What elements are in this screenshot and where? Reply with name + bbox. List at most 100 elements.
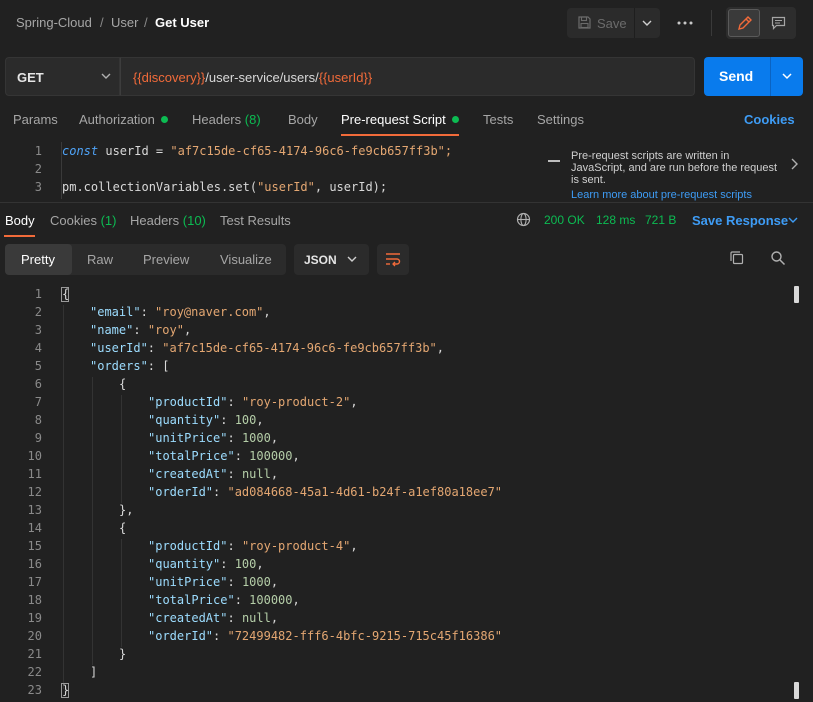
json-value: "roy-product-2": [241, 395, 351, 409]
view-toggle: [726, 7, 796, 39]
line-number: 9: [34, 431, 42, 445]
line-number: 13: [27, 503, 42, 517]
line-number: 1: [34, 287, 42, 301]
chevron-right-icon[interactable]: [790, 158, 798, 170]
breadcrumb-folder[interactable]: User: [111, 15, 138, 30]
globe-icon[interactable]: [516, 212, 531, 227]
edit-mode-button[interactable]: [728, 9, 760, 37]
breadcrumb-collection[interactable]: Spring-Cloud: [16, 15, 92, 30]
json-key: "totalPrice": [148, 449, 235, 463]
chevron-down-icon: [642, 20, 652, 26]
format-preview-button[interactable]: Preview: [127, 244, 205, 275]
tab-label: Cookies: [50, 213, 97, 228]
line-number: 16: [27, 557, 42, 571]
cookies-link[interactable]: Cookies: [744, 112, 795, 127]
search-icon[interactable]: [770, 250, 786, 266]
json-value: 100: [234, 557, 257, 571]
json-line-email: "email": "roy@naver.com",: [90, 305, 271, 319]
method-select[interactable]: GET: [5, 57, 120, 96]
json-brace: }: [119, 647, 127, 661]
line-number: 22: [27, 665, 42, 679]
json-line: "unitPrice": 1000,: [148, 431, 279, 445]
wrap-lines-button[interactable]: [377, 244, 409, 275]
scrollbar-thumb[interactable]: [794, 286, 799, 303]
json-key: "createdAt": [148, 467, 228, 481]
response-body-viewer[interactable]: 1 2 3 4 5 6 7 8 9 10 11 12 13 14 15 16 17 18 19 20 21 22 23 { …: [0, 285, 813, 702]
tab-label: Pre-request Script: [341, 112, 446, 127]
copy-icon[interactable]: [729, 250, 745, 266]
json-line-orders: "orders": [: [90, 359, 170, 373]
tab-settings[interactable]: Settings: [537, 112, 584, 127]
scrollbar-thumb[interactable]: [794, 682, 799, 699]
json-value: "roy-product-4": [241, 539, 351, 553]
line-number: 12: [27, 485, 42, 499]
script-hint-panel: Pre-request scripts are written in JavaS…: [561, 142, 813, 202]
code-string: "af7c15de-cf65-4174-96c6-fe9cb657ff3b";: [170, 144, 453, 158]
response-size[interactable]: 721 B: [645, 213, 676, 227]
json-key: "productId": [148, 395, 228, 409]
format-visualize-button[interactable]: Visualize: [205, 244, 286, 275]
json-key: "email": [90, 305, 141, 319]
script-scrollbar[interactable]: [548, 142, 560, 199]
line-number: 15: [27, 539, 42, 553]
json-brace: },: [119, 503, 134, 517]
format-pretty-button[interactable]: Pretty: [5, 244, 72, 275]
json-key: "orderId": [148, 485, 214, 499]
send-button[interactable]: Send: [704, 57, 803, 96]
save-options-button[interactable]: [635, 8, 660, 38]
json-line: "quantity": 100,: [148, 557, 264, 571]
tab-params[interactable]: Params: [13, 112, 58, 127]
status-dot: [160, 116, 168, 123]
json-key: "totalPrice": [148, 593, 235, 607]
json-line: "createdAt": null,: [148, 467, 279, 481]
tab-tests[interactable]: Tests: [483, 112, 513, 127]
json-line: "productId": "roy-product-2",: [148, 395, 358, 409]
divider: [770, 57, 771, 96]
tab-body[interactable]: Body: [288, 112, 318, 127]
cookies-count: (1): [100, 213, 117, 228]
more-options-button[interactable]: [672, 8, 698, 38]
json-value: "72499482-fff6-4bfc-9215-715c45f16386": [227, 629, 503, 643]
json-value: 100000: [249, 593, 293, 607]
json-line: "totalPrice": 100000,: [148, 593, 300, 607]
line-number: 8: [34, 413, 42, 427]
divider: [711, 10, 712, 36]
language-label: JSON: [304, 253, 337, 267]
tab-authorization[interactable]: Authorization: [79, 112, 168, 127]
scrollbar-thumb[interactable]: [548, 160, 560, 162]
response-tab-test-results[interactable]: Test Results: [220, 213, 291, 228]
status-code[interactable]: 200 OK: [544, 213, 585, 227]
line-number: 17: [27, 575, 42, 589]
save-button[interactable]: Save: [567, 8, 634, 38]
response-tab-headers[interactable]: Headers (10): [130, 213, 206, 228]
response-format-group: Pretty Raw Preview Visualize: [5, 244, 286, 275]
method-label: GET: [17, 70, 44, 85]
response-time[interactable]: 128 ms: [596, 213, 635, 227]
tab-headers[interactable]: Headers (8): [192, 112, 261, 127]
response-tab-body[interactable]: Body: [5, 213, 35, 228]
format-label: Raw: [87, 252, 114, 267]
line-number: 3: [34, 323, 42, 337]
chevron-down-icon[interactable]: [781, 70, 793, 82]
language-select[interactable]: JSON: [294, 244, 369, 275]
script-editor[interactable]: 1 2 3 const userId = "af7c15de-cf65-4174…: [0, 142, 560, 199]
line-number: 2: [34, 162, 42, 176]
response-tab-cookies[interactable]: Cookies (1): [50, 213, 116, 228]
page-title[interactable]: Get User: [155, 15, 209, 30]
format-label: Pretty: [21, 252, 55, 267]
format-raw-button[interactable]: Raw: [72, 244, 127, 275]
tab-label: Headers: [192, 112, 242, 127]
save-response-button[interactable]: Save Response: [692, 213, 788, 228]
chevron-down-icon[interactable]: [788, 216, 798, 224]
script-hint-link[interactable]: Learn more about pre-request scripts: [571, 189, 752, 201]
line-number: 14: [27, 521, 42, 535]
url-input[interactable]: {{discovery}}/user-service/users/{{userI…: [120, 57, 695, 96]
line-number: 20: [27, 629, 42, 643]
json-key: "quantity": [148, 413, 221, 427]
tab-prerequest-script[interactable]: Pre-request Script: [341, 112, 459, 127]
json-line-userid: "userId": "af7c15de-cf65-4174-96c6-fe9cb…: [90, 341, 445, 355]
chevron-down-icon: [101, 73, 111, 79]
code-text: pm.collectionVariables.set(: [62, 180, 258, 194]
json-key: "name": [90, 323, 134, 337]
comments-button[interactable]: [762, 9, 794, 37]
